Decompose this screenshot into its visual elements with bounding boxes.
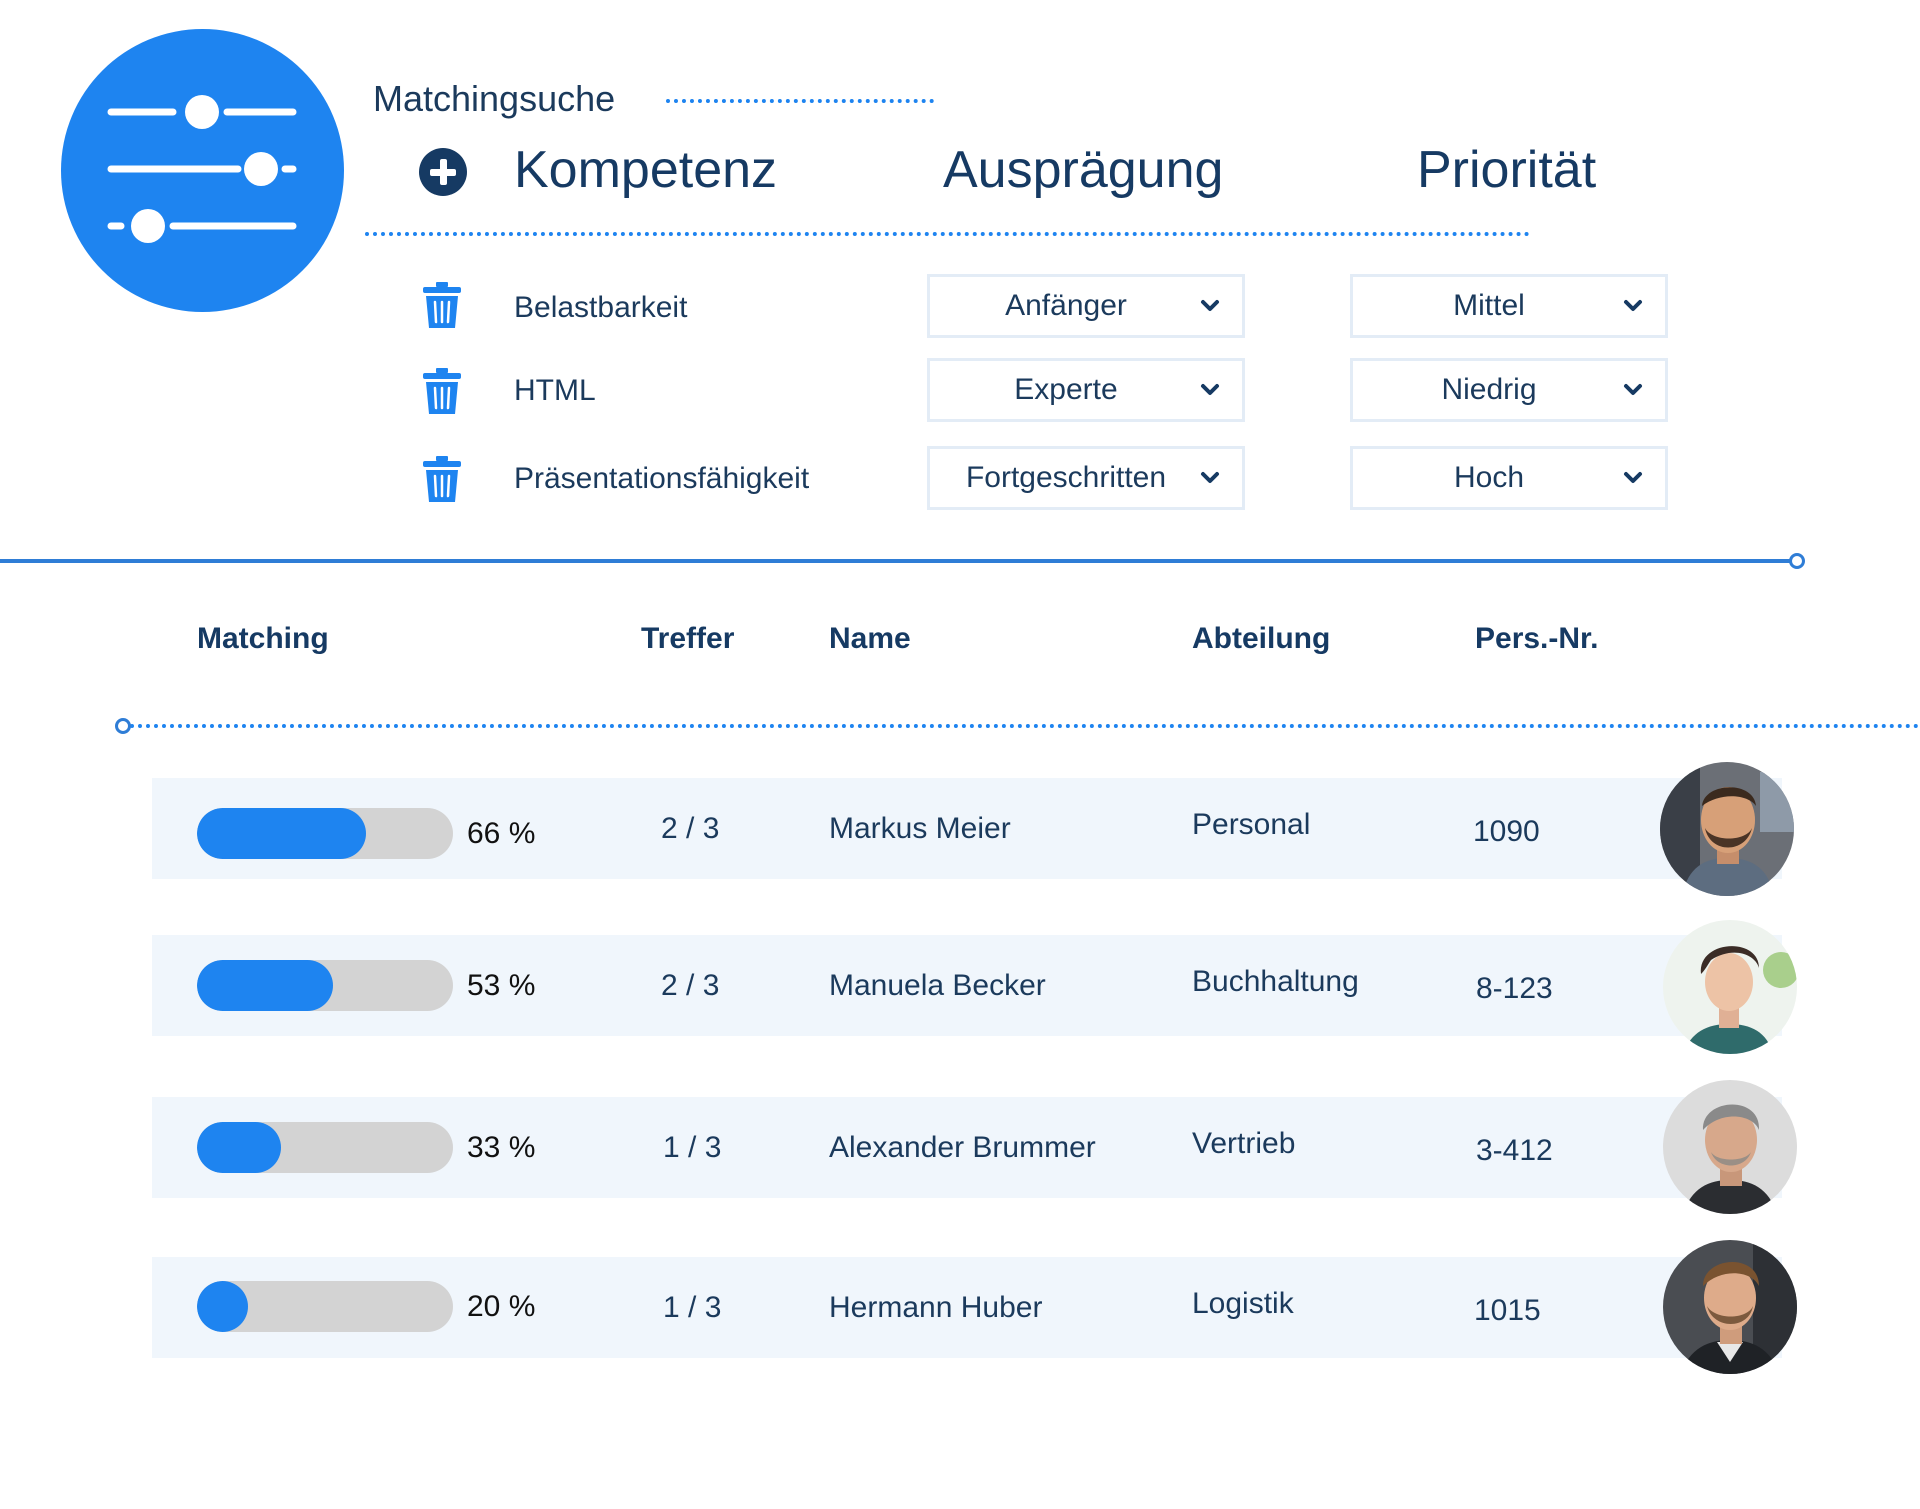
table-header-treffer[interactable]: Treffer [641,622,734,656]
level-select-value: Experte [1014,373,1118,406]
department: Personal [1192,808,1311,841]
match-percent: 66 % [467,817,536,850]
priority-select-value: Hoch [1453,461,1525,494]
chevron-down-icon [1623,299,1643,313]
personnel-number: 3-412 [1476,1134,1553,1167]
skill-name: Belastbarkeit [514,291,688,324]
department: Buchhaltung [1192,965,1359,998]
avatar[interactable] [1663,920,1797,1054]
trash-icon [423,456,461,502]
level-select-value: Anfänger [1005,289,1127,322]
page-subtitle: Matchingsuche [373,78,616,119]
match-progress-bar [197,808,453,859]
skill-name: Präsentationsfähigkeit [514,462,810,495]
column-header-prioritaet: Priorität [1417,141,1597,199]
avatar[interactable] [1663,1240,1797,1374]
personnel-number: 8-123 [1476,972,1553,1005]
table-header-divider [130,724,1920,728]
add-skill-button[interactable] [419,148,467,196]
chevron-down-icon [1200,299,1220,313]
delete-skill-button[interactable] [422,456,462,502]
header-divider [365,232,1530,236]
personnel-number: 1090 [1473,815,1540,848]
chevron-down-icon [1200,383,1220,397]
level-select[interactable]: Experte [927,358,1245,422]
match-progress-fill [197,808,366,859]
delete-skill-button[interactable] [422,282,462,328]
match-percent: 20 % [467,1290,536,1323]
priority-select[interactable]: Mittel [1350,274,1668,338]
employee-name[interactable]: Markus Meier [829,812,1011,846]
priority-select-value: Mittel [1453,289,1525,322]
avatar[interactable] [1663,1080,1797,1214]
level-select-value: Fortgeschritten [965,461,1167,494]
table-header-abteilung[interactable]: Abteilung [1192,622,1330,656]
match-progress-fill [197,1122,282,1173]
section-divider [0,559,1792,563]
priority-select[interactable]: Hoch [1350,446,1668,510]
column-header-auspraegung: Ausprägung [943,141,1224,199]
hits-count: 2 / 3 [661,812,720,845]
level-select[interactable]: Fortgeschritten [927,446,1245,510]
match-progress-bar [197,1122,453,1173]
table-header-name[interactable]: Name [829,622,911,656]
level-select[interactable]: Anfänger [927,274,1245,338]
department: Logistik [1192,1287,1294,1320]
column-header-kompetenz: Kompetenz [514,141,778,199]
divider-end-dot [1789,553,1805,569]
divider-start-dot [115,718,131,734]
subtitle-divider [666,99,934,103]
avatar[interactable] [1660,762,1794,896]
hits-count: 2 / 3 [661,969,720,1002]
department: Vertrieb [1192,1127,1296,1160]
hits-count: 1 / 3 [663,1131,722,1164]
priority-select-value: Niedrig [1441,373,1537,406]
trash-icon [423,368,461,414]
match-percent: 33 % [467,1131,536,1164]
delete-skill-button[interactable] [422,368,462,414]
chevron-down-icon [1623,383,1643,397]
hits-count: 1 / 3 [663,1291,722,1324]
match-progress-bar [197,960,453,1011]
table-header-persnr[interactable]: Pers.-Nr. [1475,622,1598,656]
personnel-number: 1015 [1474,1294,1541,1327]
chevron-down-icon [1200,471,1220,485]
chevron-down-icon [1623,471,1643,485]
employee-name[interactable]: Alexander Brummer [829,1131,1096,1165]
trash-icon [423,282,461,328]
match-progress-fill [197,960,333,1011]
match-progress-fill [197,1281,249,1332]
priority-select[interactable]: Niedrig [1350,358,1668,422]
match-progress-bar [197,1281,453,1332]
table-header-matching[interactable]: Matching [197,622,329,656]
match-percent: 53 % [467,969,536,1002]
employee-name[interactable]: Hermann Huber [829,1291,1042,1325]
skill-name: HTML [514,374,596,407]
sliders-icon [61,29,344,312]
employee-name[interactable]: Manuela Becker [829,969,1046,1003]
